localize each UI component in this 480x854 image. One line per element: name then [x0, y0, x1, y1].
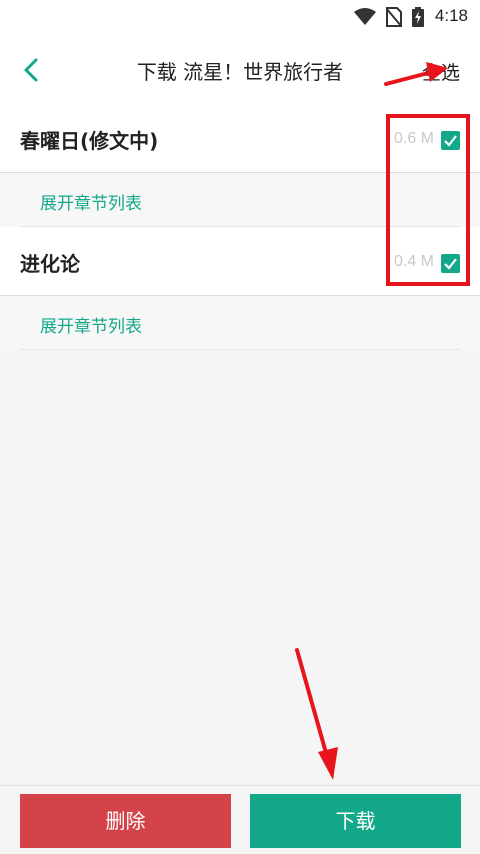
divider [20, 349, 460, 350]
expand-chapters-link[interactable]: 展开章节列表 [40, 189, 142, 214]
book-checkbox[interactable] [441, 254, 460, 273]
chapter-expand-row: 展开章节列表 [0, 173, 480, 227]
book-title: 春曜日(修文中) [20, 129, 159, 153]
battery-charging-icon [412, 7, 424, 27]
status-time: 4:18 [434, 6, 468, 25]
book-list: 春曜日(修文中) 0.6 M 展开章节列表 进化论 0.4 M 展开章节列表 [0, 104, 480, 350]
chapter-expand-row: 展开章节列表 [0, 296, 480, 350]
bottom-action-bar: 删除 下载 [0, 785, 480, 854]
status-icons [354, 7, 424, 27]
top-app-bar: 下载 流星！世界旅行者 全选 [0, 34, 480, 104]
wifi-icon [354, 8, 376, 25]
download-button[interactable]: 下载 [250, 794, 461, 848]
select-all-button[interactable]: 全选 [422, 58, 460, 85]
arrow-to-download [295, 648, 338, 780]
expand-chapters-link[interactable]: 展开章节列表 [40, 312, 142, 337]
book-checkbox[interactable] [441, 131, 460, 150]
no-sim-icon [386, 7, 402, 27]
delete-button[interactable]: 删除 [20, 794, 231, 848]
book-row[interactable]: 进化论 0.4 M [0, 227, 480, 296]
page-title: 下载 流星！世界旅行者 [136, 60, 344, 84]
book-row[interactable]: 春曜日(修文中) 0.6 M [0, 104, 480, 173]
book-title: 进化论 [20, 252, 80, 276]
status-bar: 4:18 [0, 0, 480, 34]
book-size: 0.6 M [393, 130, 434, 147]
book-size: 0.4 M [393, 253, 434, 270]
